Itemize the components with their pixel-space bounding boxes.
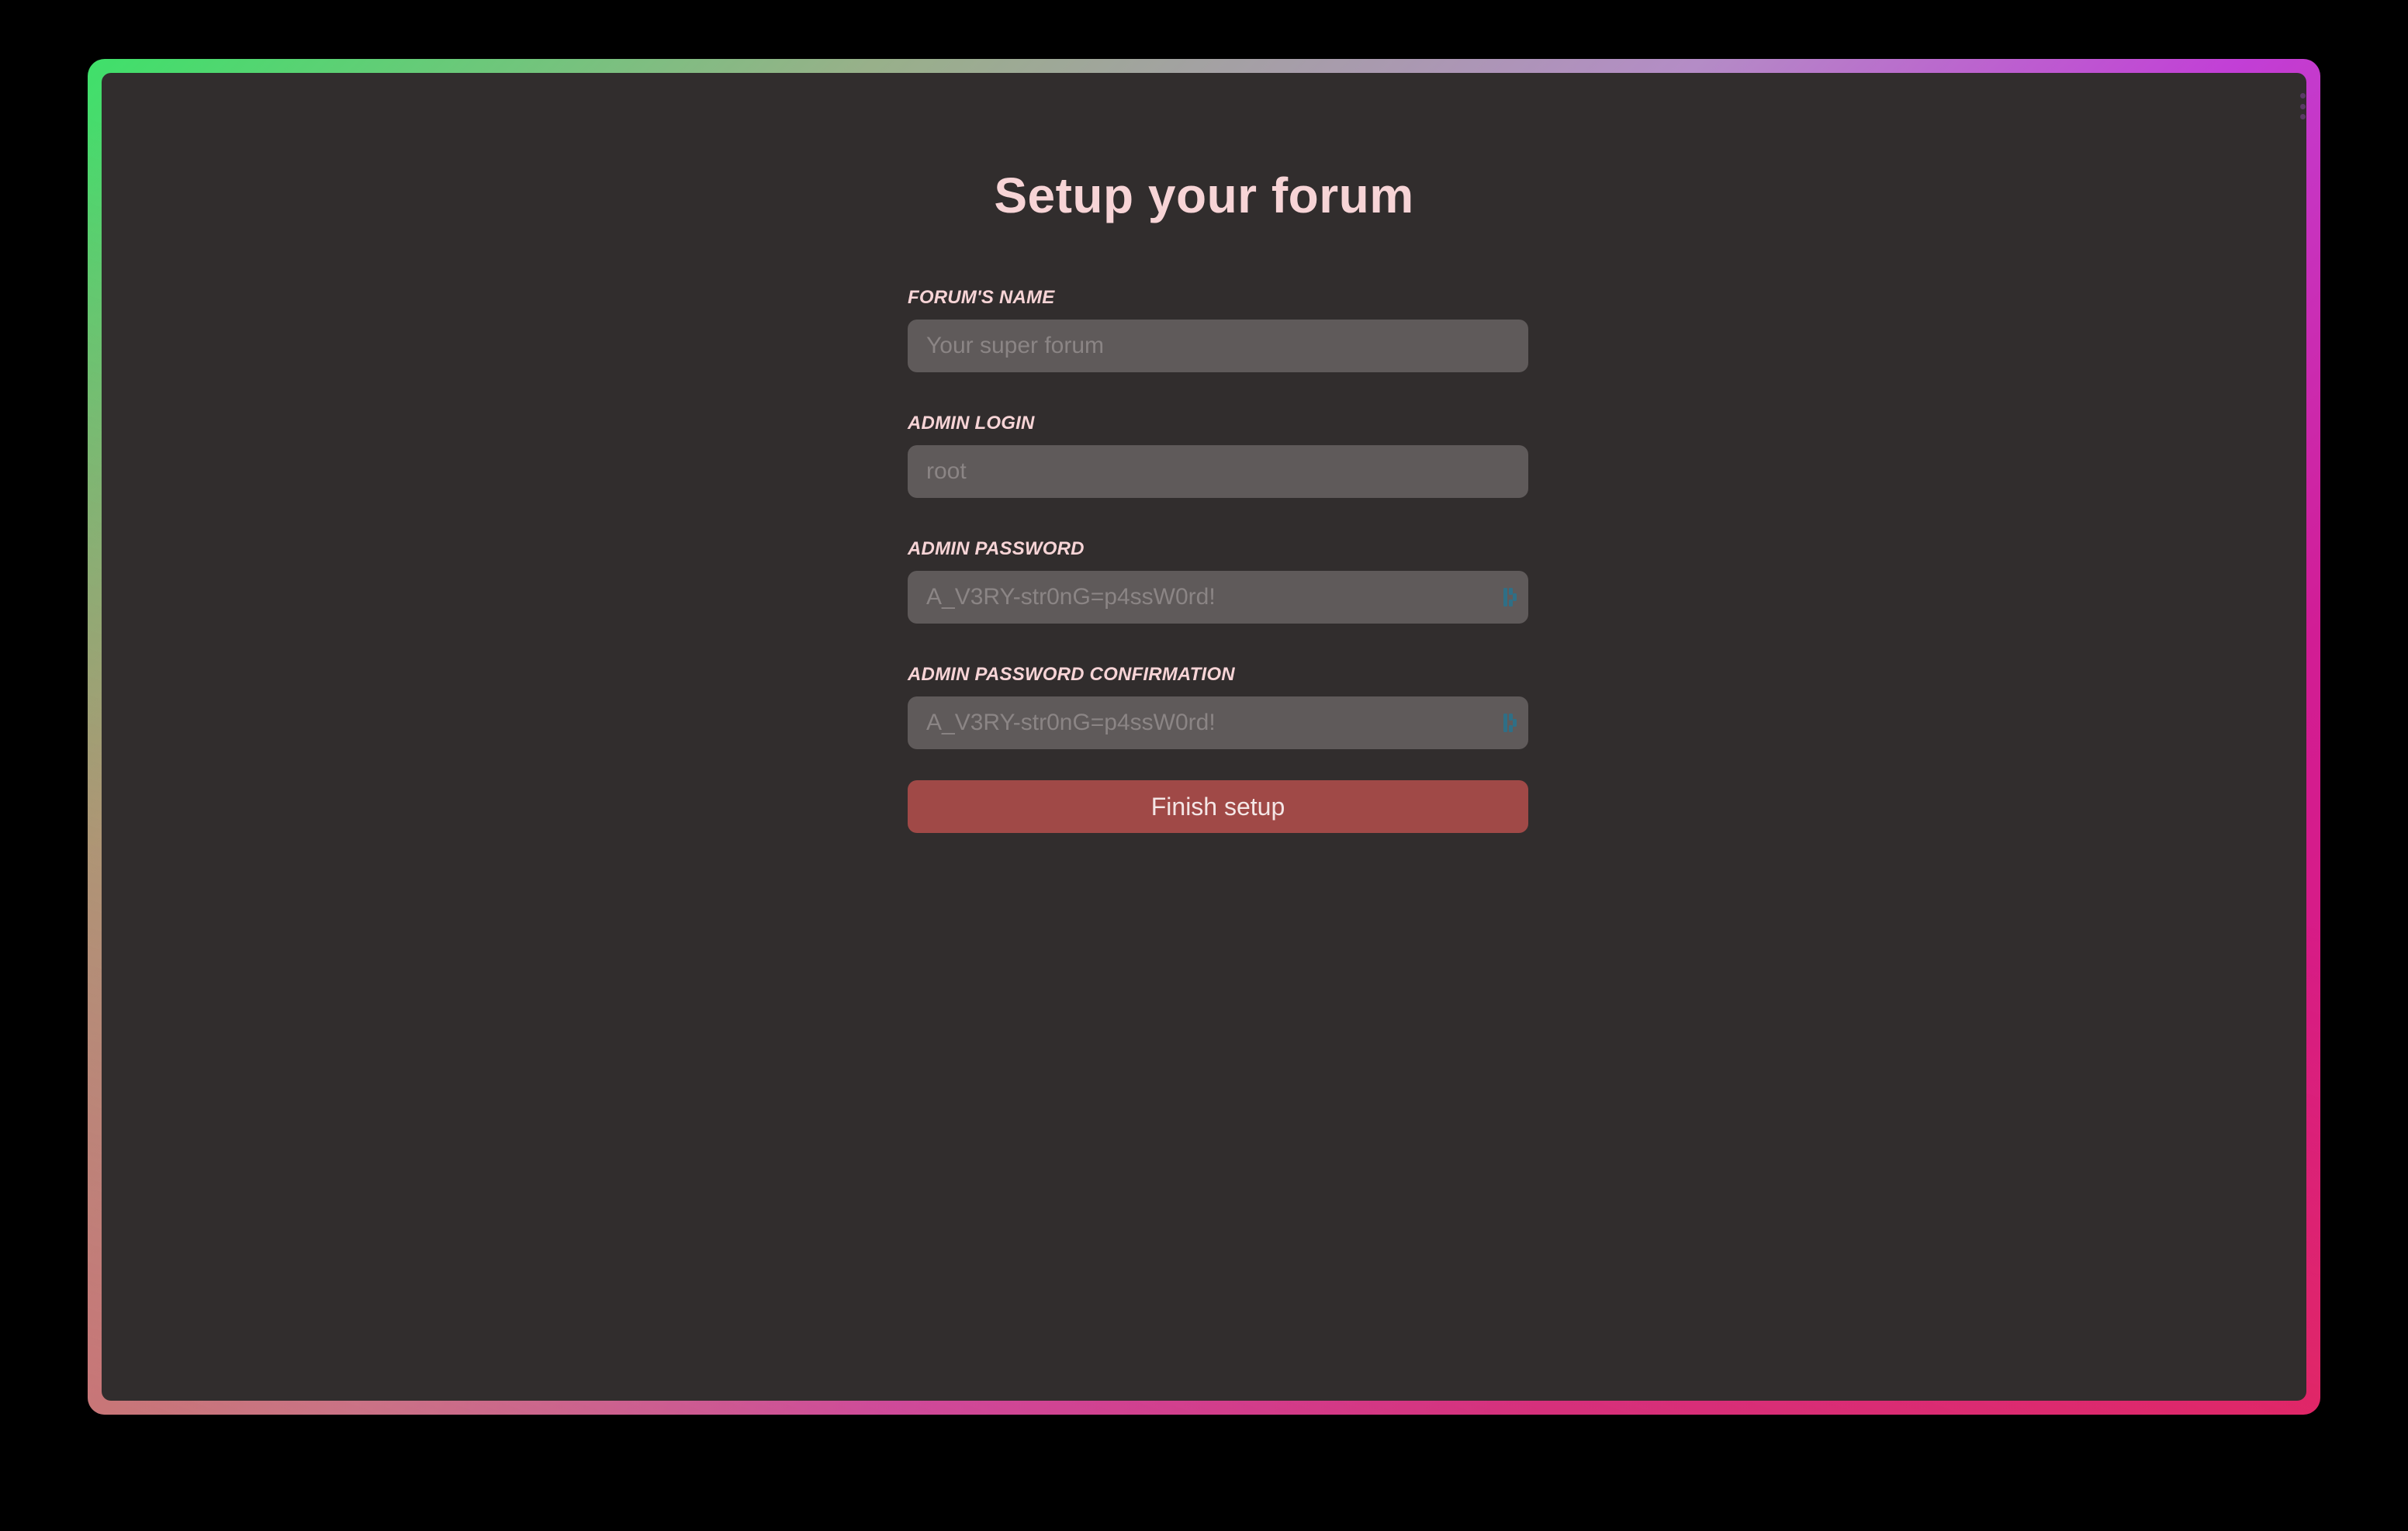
admin-password-confirmation-input-wrap [908, 696, 1528, 749]
admin-password-input[interactable] [908, 571, 1528, 624]
forum-name-field: FORUM'S NAME [908, 287, 1528, 372]
forum-name-input-wrap [908, 320, 1528, 372]
admin-password-confirmation-input[interactable] [908, 696, 1528, 749]
forum-name-input[interactable] [908, 320, 1528, 372]
admin-password-field: ADMIN PASSWORD [908, 538, 1528, 624]
app-window: Setup your forum FORUM'S NAME ADMIN LOGI… [102, 73, 2306, 1401]
admin-password-confirmation-field: ADMIN PASSWORD CONFIRMATION [908, 664, 1528, 749]
password-manager-icon[interactable] [1502, 712, 1521, 734]
admin-password-label: ADMIN PASSWORD [908, 538, 1085, 559]
admin-login-field: ADMIN LOGIN [908, 413, 1528, 498]
window-frame: Setup your forum FORUM'S NAME ADMIN LOGI… [88, 59, 2320, 1415]
finish-setup-button[interactable]: Finish setup [908, 780, 1528, 833]
more-options-icon[interactable] [2299, 93, 2306, 119]
setup-form: FORUM'S NAME ADMIN LOGIN ADMIN PASSWORD [908, 287, 1528, 833]
admin-password-input-wrap [908, 571, 1528, 624]
page-title: Setup your forum [994, 167, 1414, 223]
admin-login-input-wrap [908, 445, 1528, 498]
dot [2299, 103, 2306, 109]
forum-name-label: FORUM'S NAME [908, 287, 1055, 308]
dot [2299, 93, 2306, 98]
password-manager-icon[interactable] [1502, 586, 1521, 608]
dot [2299, 114, 2306, 119]
admin-login-label: ADMIN LOGIN [908, 413, 1035, 434]
admin-password-confirmation-label: ADMIN PASSWORD CONFIRMATION [908, 664, 1235, 685]
admin-login-input[interactable] [908, 445, 1528, 498]
